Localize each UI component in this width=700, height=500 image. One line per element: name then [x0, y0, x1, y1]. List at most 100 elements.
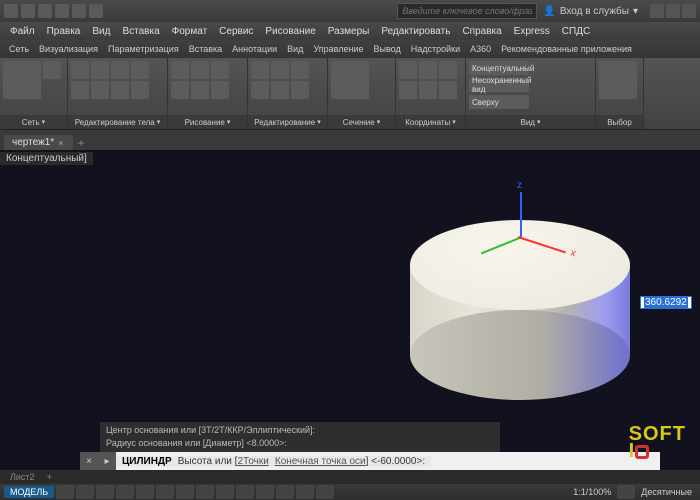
ortho-toggle-icon[interactable]: [96, 485, 114, 499]
lineweight-toggle-icon[interactable]: [176, 485, 194, 499]
menu-file[interactable]: Файл: [4, 26, 41, 37]
ucs-icon[interactable]: [439, 81, 457, 99]
save-icon[interactable]: [55, 4, 69, 18]
watermark-line1: SOFT: [629, 426, 686, 443]
new-icon[interactable]: [21, 4, 35, 18]
polar-toggle-icon[interactable]: [116, 485, 134, 499]
tool-icon[interactable]: [71, 81, 89, 99]
tab-featured[interactable]: Рекомендованные приложения: [496, 44, 637, 54]
command-line[interactable]: × ▸ ЦИЛИНДР Высота или [2Точки Конечная …: [80, 452, 660, 470]
tab-a360[interactable]: A360: [465, 44, 496, 54]
tab-addins[interactable]: Надстройки: [406, 44, 465, 54]
otrack-toggle-icon[interactable]: [156, 485, 174, 499]
tool-icon[interactable]: [111, 61, 129, 79]
tab-manage[interactable]: Управление: [308, 44, 368, 54]
snap-toggle-icon[interactable]: [76, 485, 94, 499]
3dosnap-toggle-icon[interactable]: [236, 485, 254, 499]
drawing-tab[interactable]: чертеж1* ×: [4, 135, 73, 150]
layout-tab[interactable]: Лист2: [4, 472, 41, 482]
scale-display[interactable]: 1:1/100%: [569, 487, 615, 497]
menu-service[interactable]: Сервис: [213, 26, 259, 37]
undo-icon[interactable]: [72, 4, 86, 18]
minimize-icon[interactable]: [650, 4, 664, 18]
tool-icon[interactable]: [43, 61, 61, 79]
ucs-icon[interactable]: [419, 61, 437, 79]
menu-edit[interactable]: Правка: [41, 26, 87, 37]
cycling-toggle-icon[interactable]: [216, 485, 234, 499]
tool-icon[interactable]: [71, 61, 89, 79]
menu-view[interactable]: Вид: [86, 26, 116, 37]
visual-style-dropdown[interactable]: Концептуальный: [469, 61, 529, 75]
smooth-object-button[interactable]: [3, 61, 41, 99]
tool-icon[interactable]: [91, 81, 109, 99]
section-plane-button[interactable]: [331, 61, 369, 99]
tab-annotate[interactable]: Аннотации: [227, 44, 282, 54]
menu-draw[interactable]: Рисование: [259, 26, 321, 37]
copy-icon[interactable]: [251, 81, 269, 99]
dynamic-input[interactable]: 360.6292: [640, 296, 692, 309]
open-icon[interactable]: [38, 4, 52, 18]
gizmo-toggle-icon[interactable]: [296, 485, 314, 499]
model-space-button[interactable]: МОДЕЛЬ: [4, 486, 54, 498]
rotate-icon[interactable]: [271, 61, 289, 79]
arc-icon[interactable]: [211, 61, 229, 79]
ucs-icon[interactable]: [439, 61, 457, 79]
scale-icon[interactable]: [291, 81, 309, 99]
layout-add-icon[interactable]: +: [41, 472, 58, 482]
osnap-toggle-icon[interactable]: [136, 485, 154, 499]
move-icon[interactable]: [251, 61, 269, 79]
transparency-toggle-icon[interactable]: [196, 485, 214, 499]
cmdline-menu-icon[interactable]: ▸: [98, 452, 116, 470]
tool-icon[interactable]: [111, 81, 129, 99]
close-icon[interactable]: [682, 4, 696, 18]
menu-dimensions[interactable]: Размеры: [322, 26, 376, 37]
tab-view[interactable]: Вид: [282, 44, 308, 54]
circle-icon[interactable]: [191, 61, 209, 79]
tab-parametric[interactable]: Параметризация: [103, 44, 184, 54]
menu-format[interactable]: Формат: [166, 26, 214, 37]
tool-icon[interactable]: [131, 61, 149, 79]
spline-icon[interactable]: [211, 81, 229, 99]
cylinder-bottom-face[interactable]: [410, 310, 630, 400]
dynucs-toggle-icon[interactable]: [256, 485, 274, 499]
redo-icon[interactable]: [89, 4, 103, 18]
ucs-icon[interactable]: [399, 61, 417, 79]
mirror-icon[interactable]: [271, 81, 289, 99]
line-icon[interactable]: [171, 61, 189, 79]
cmd-option[interactable]: 2Точки: [237, 456, 268, 467]
ucs-icon[interactable]: [419, 81, 437, 99]
tab-output[interactable]: Вывод: [369, 44, 406, 54]
gear-icon[interactable]: [617, 485, 635, 499]
new-drawing-tab-icon[interactable]: +: [77, 136, 84, 150]
trim-icon[interactable]: [291, 61, 309, 79]
grid-toggle-icon[interactable]: [56, 485, 74, 499]
menu-spds[interactable]: СПДС: [556, 26, 596, 37]
sign-in-button[interactable]: 👤 Вход в службы ▾: [543, 6, 638, 17]
close-cmdline-icon[interactable]: ×: [80, 452, 98, 470]
polyline-icon[interactable]: [191, 81, 209, 99]
help-search-input[interactable]: [397, 3, 537, 19]
cmd-option[interactable]: Конечная точка оси: [275, 456, 366, 467]
menu-modify[interactable]: Редактировать: [375, 26, 456, 37]
units-display[interactable]: Десятичные: [637, 487, 696, 497]
anno-vis-icon[interactable]: [316, 485, 334, 499]
menu-insert[interactable]: Вставка: [116, 26, 165, 37]
tool-icon[interactable]: [91, 61, 109, 79]
rect-icon[interactable]: [171, 81, 189, 99]
tab-mesh[interactable]: Сеть: [4, 44, 34, 54]
tool-icon[interactable]: [131, 81, 149, 99]
command-prompt[interactable]: ЦИЛИНДР Высота или [2Точки Конечная точк…: [116, 456, 431, 467]
select-button[interactable]: [599, 61, 637, 99]
tab-visualize[interactable]: Визуализация: [34, 44, 103, 54]
filter-toggle-icon[interactable]: [276, 485, 294, 499]
view-top-dropdown[interactable]: Сверху: [469, 95, 529, 109]
menu-help[interactable]: Справка: [456, 26, 507, 37]
viewport-label[interactable]: Концептуальный]: [0, 152, 93, 165]
ucs-icon[interactable]: [399, 81, 417, 99]
close-tab-icon[interactable]: ×: [58, 138, 63, 148]
menu-express[interactable]: Express: [508, 26, 556, 37]
unsaved-view-dropdown[interactable]: Несохраненный вид: [469, 78, 529, 92]
maximize-icon[interactable]: [666, 4, 680, 18]
tab-insert[interactable]: Вставка: [184, 44, 227, 54]
app-menu-icon[interactable]: [4, 4, 18, 18]
